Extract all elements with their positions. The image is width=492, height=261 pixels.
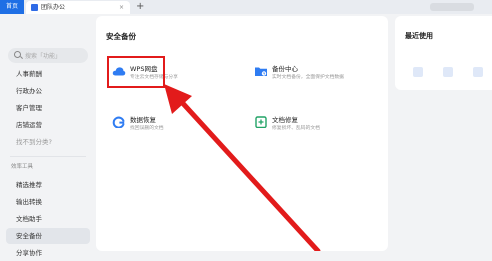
annotation-arrow-icon <box>164 84 321 251</box>
